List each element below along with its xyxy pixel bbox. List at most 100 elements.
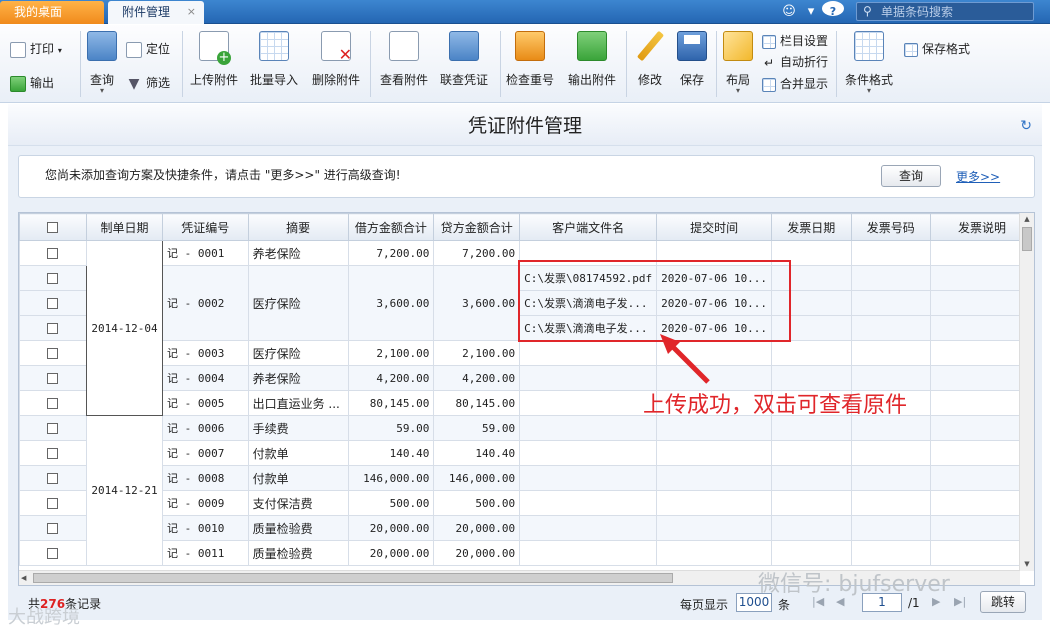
invoice-date[interactable] — [771, 440, 852, 466]
scroll-down-icon[interactable]: ▼ — [1020, 558, 1034, 571]
voucher-no[interactable]: 记 - 0004 — [161, 365, 249, 391]
table-row[interactable]: 记 - 0011 质量检验费 20,000.00 20,000.00 — [19, 540, 1034, 566]
scroll-thumb[interactable] — [1022, 227, 1032, 251]
help-icon-wrap[interactable]: ? — [822, 1, 844, 23]
locate-button[interactable]: 定位 — [126, 39, 170, 59]
table-row[interactable]: 记 - 0003 医疗保险 2,100.00 2,100.00 — [19, 340, 1034, 366]
debit[interactable]: 20,000.00 — [347, 515, 435, 541]
row-checkbox[interactable] — [19, 515, 87, 541]
delete-attachment-button[interactable]: 删除附件 — [308, 29, 364, 99]
summary[interactable]: 付款单 — [247, 465, 349, 491]
upload-attachment-button[interactable]: 上传附件 — [186, 29, 242, 99]
search-input[interactable] — [881, 4, 1031, 19]
credit[interactable]: 4,200.00 — [433, 365, 521, 391]
debit[interactable]: 3,600.00 — [347, 265, 435, 341]
file-name[interactable] — [519, 465, 658, 491]
credit[interactable]: 3,600.00 — [433, 265, 521, 341]
voucher-no[interactable]: 记 - 0010 — [161, 515, 249, 541]
voucher-no[interactable]: 记 - 0008 — [161, 465, 249, 491]
invoice-no[interactable] — [850, 440, 931, 466]
summary[interactable]: 手续费 — [247, 415, 349, 441]
invoice-date[interactable] — [771, 515, 852, 541]
check-duplicate-button[interactable]: 检查重号 — [502, 29, 558, 99]
tab-attachment-management[interactable]: 附件管理 × — [108, 1, 204, 24]
file-name[interactable] — [519, 415, 658, 441]
summary[interactable]: 医疗保险 — [247, 340, 349, 366]
date-cell[interactable]: 2014-12-21 — [85, 415, 163, 566]
row-checkbox[interactable] — [19, 315, 87, 341]
submit-time[interactable] — [656, 540, 773, 566]
invoice-no[interactable] — [850, 240, 931, 266]
debit[interactable]: 7,200.00 — [347, 240, 435, 266]
invoice-no[interactable] — [850, 265, 931, 291]
row-checkbox[interactable] — [19, 440, 87, 466]
select-all-checkbox[interactable] — [19, 213, 87, 241]
debit[interactable]: 146,000.00 — [347, 465, 435, 491]
file-name[interactable] — [519, 515, 658, 541]
voucher-no[interactable]: 记 - 0003 — [161, 340, 249, 366]
vertical-scrollbar[interactable]: ▲ ▼ — [1019, 213, 1034, 571]
row-checkbox[interactable] — [19, 390, 87, 416]
debit[interactable]: 500.00 — [347, 490, 435, 516]
voucher-no[interactable]: 记 - 0006 — [161, 415, 249, 441]
summary[interactable]: 出口直运业务 ... — [247, 390, 349, 416]
save-button[interactable]: 保存 — [668, 29, 716, 99]
credit[interactable]: 59.00 — [433, 415, 521, 441]
debit[interactable]: 140.40 — [347, 440, 435, 466]
summary[interactable]: 质量检验费 — [247, 540, 349, 566]
submit-time[interactable] — [656, 490, 773, 516]
voucher-no[interactable]: 记 - 0007 — [161, 440, 249, 466]
modify-button[interactable]: 修改 — [626, 29, 674, 99]
invoice-no[interactable] — [850, 415, 931, 441]
col-header[interactable]: 提交时间 — [656, 213, 773, 241]
chevron-down-icon[interactable]: ▾ — [800, 1, 822, 23]
table-row[interactable]: 记 - 0010 质量检验费 20,000.00 20,000.00 — [19, 515, 1034, 541]
submit-time[interactable] — [656, 440, 773, 466]
credit[interactable]: 140.40 — [433, 440, 521, 466]
credit[interactable]: 80,145.00 — [433, 390, 521, 416]
summary[interactable]: 质量检验费 — [247, 515, 349, 541]
scroll-left-icon[interactable]: ◀ — [21, 571, 26, 585]
col-header[interactable]: 凭证编号 — [161, 213, 249, 241]
close-icon[interactable]: × — [187, 1, 196, 23]
voucher-no[interactable]: 记 - 0001 — [161, 240, 249, 266]
debit[interactable]: 20,000.00 — [347, 540, 435, 566]
save-format-button[interactable]: 保存格式 — [904, 39, 970, 59]
row-checkbox[interactable] — [19, 415, 87, 441]
invoice-date[interactable] — [771, 540, 852, 566]
file-name[interactable] — [519, 390, 658, 416]
row-checkbox[interactable] — [19, 240, 87, 266]
submit-time[interactable] — [656, 515, 773, 541]
invoice-no[interactable] — [850, 540, 931, 566]
tab-desktop[interactable]: 我的桌面 — [0, 1, 104, 24]
invoice-no[interactable] — [850, 515, 931, 541]
jump-button[interactable]: 跳转 — [980, 591, 1026, 613]
col-header[interactable]: 制单日期 — [85, 213, 163, 241]
voucher-no[interactable]: 记 - 0009 — [161, 490, 249, 516]
submit-time[interactable] — [656, 340, 773, 366]
scroll-thumb[interactable] — [33, 573, 673, 583]
link-voucher-button[interactable]: 联查凭证 — [436, 29, 492, 99]
print-button[interactable]: 打印 ▾ — [10, 39, 62, 59]
refresh-icon[interactable]: ↻ — [1020, 104, 1032, 148]
submit-time[interactable] — [656, 415, 773, 441]
invoice-no[interactable] — [850, 290, 931, 316]
auto-wrap-button[interactable]: ↵ 自动折行 — [762, 52, 828, 72]
row-checkbox[interactable] — [19, 540, 87, 566]
table-row[interactable]: 记 - 0009 支付保洁费 500.00 500.00 — [19, 490, 1034, 516]
file-name[interactable] — [519, 440, 658, 466]
debit[interactable]: 2,100.00 — [347, 340, 435, 366]
row-checkbox[interactable] — [19, 340, 87, 366]
invoice-date[interactable] — [771, 340, 852, 366]
credit[interactable]: 2,100.00 — [433, 340, 521, 366]
file-name[interactable] — [519, 490, 658, 516]
summary[interactable]: 付款单 — [247, 440, 349, 466]
invoice-date[interactable] — [771, 415, 852, 441]
col-header[interactable]: 发票号码 — [850, 213, 931, 241]
invoice-no[interactable] — [850, 490, 931, 516]
row-checkbox[interactable] — [19, 465, 87, 491]
query-button-panel[interactable]: 查询 — [881, 165, 941, 187]
col-header[interactable]: 发票日期 — [771, 213, 852, 241]
file-name[interactable] — [519, 540, 658, 566]
file-name[interactable] — [519, 365, 658, 391]
